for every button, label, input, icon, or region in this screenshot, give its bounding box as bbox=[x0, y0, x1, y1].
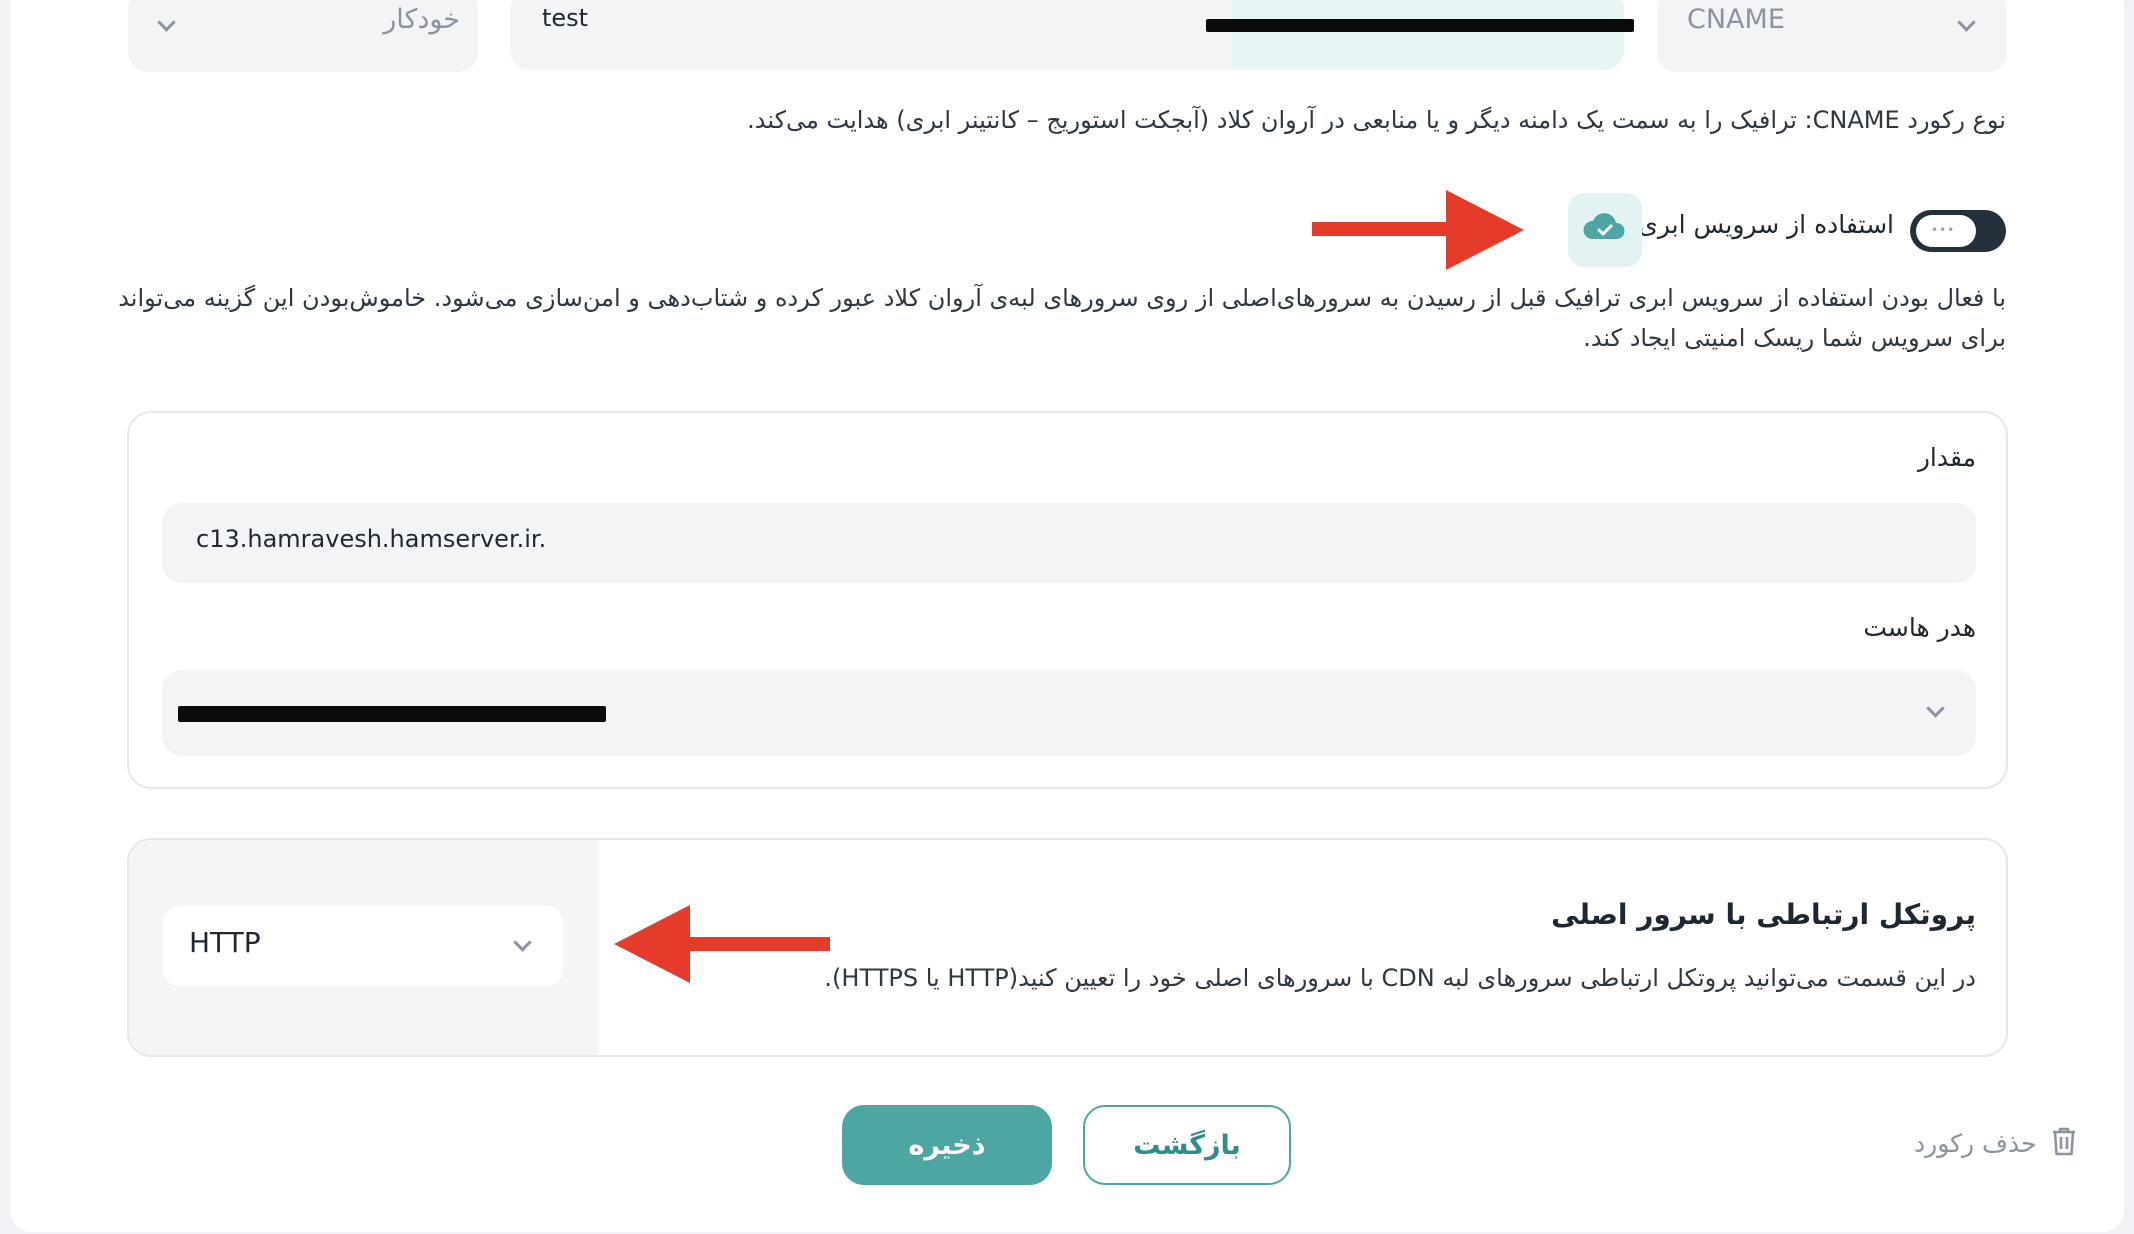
cloud-desc-line2: برای سرویس شما ریسک امنیتی ایجاد کند. bbox=[1583, 324, 2006, 352]
protocol-card: HTTP پروتکل ارتباطی با سرور اصلی در این … bbox=[127, 838, 2008, 1057]
value-input[interactable]: c13.hamravesh.hamserver.ir. bbox=[162, 503, 1976, 583]
cloud-check-icon bbox=[1568, 193, 1642, 267]
record-name-value: test bbox=[542, 4, 589, 32]
annotation-arrow-left bbox=[614, 905, 830, 989]
cname-description: نوع رکورد CNAME: ترافیک را به سمت یک دام… bbox=[747, 106, 2006, 134]
chevron-down-icon bbox=[1926, 699, 1945, 718]
host-header-select[interactable] bbox=[162, 670, 1976, 756]
toggle-grip-icon: ••• bbox=[1931, 223, 1956, 237]
name-suffix bbox=[1232, 0, 1624, 70]
redacted-domain bbox=[1206, 19, 1634, 32]
protocol-title: پروتکل ارتباطی با سرور اصلی bbox=[1551, 898, 1976, 931]
value-label: مقدار bbox=[1917, 443, 1976, 472]
value-card: مقدار c13.hamravesh.hamserver.ir. هدر ها… bbox=[127, 411, 2008, 789]
chevron-down-icon bbox=[1957, 13, 1976, 32]
ttl-value: خودکار bbox=[383, 4, 460, 35]
cloud-service-description: با فعال بودن استفاده از سرویس ابری ترافی… bbox=[106, 278, 2006, 358]
record-type-value: CNAME bbox=[1687, 4, 1785, 35]
save-button[interactable]: ذخیره bbox=[842, 1105, 1052, 1185]
host-header-label: هدر هاست bbox=[1863, 613, 1976, 642]
chevron-down-icon bbox=[157, 13, 176, 32]
value-text: c13.hamravesh.hamserver.ir. bbox=[196, 525, 547, 553]
record-type-select[interactable]: CNAME bbox=[1657, 0, 2007, 72]
protocol-description: در این قسمت می‌توانید پروتکل ارتباطی سرو… bbox=[824, 964, 1976, 992]
back-button[interactable]: بازگشت bbox=[1083, 1105, 1291, 1185]
record-name-input[interactable]: test bbox=[510, 0, 1634, 70]
chevron-down-icon bbox=[513, 933, 532, 952]
cloud-desc-line1: با فعال بودن استفاده از سرویس ابری ترافی… bbox=[118, 284, 2006, 312]
redacted-host bbox=[178, 706, 606, 722]
delete-record-button[interactable]: حذف رکورد bbox=[1914, 1126, 2077, 1160]
cloud-service-label: استفاده از سرویس ابری bbox=[1638, 210, 1894, 239]
protocol-select[interactable]: HTTP bbox=[163, 906, 563, 986]
trash-icon bbox=[2051, 1126, 2077, 1160]
annotation-arrow-right bbox=[1312, 190, 1524, 274]
protocol-value: HTTP bbox=[189, 926, 261, 959]
delete-record-label: حذف رکورد bbox=[1914, 1128, 2037, 1158]
ttl-select[interactable]: خودکار bbox=[128, 0, 478, 72]
protocol-select-area: HTTP bbox=[129, 840, 599, 1055]
cloud-service-toggle[interactable]: ••• bbox=[1910, 210, 2006, 252]
